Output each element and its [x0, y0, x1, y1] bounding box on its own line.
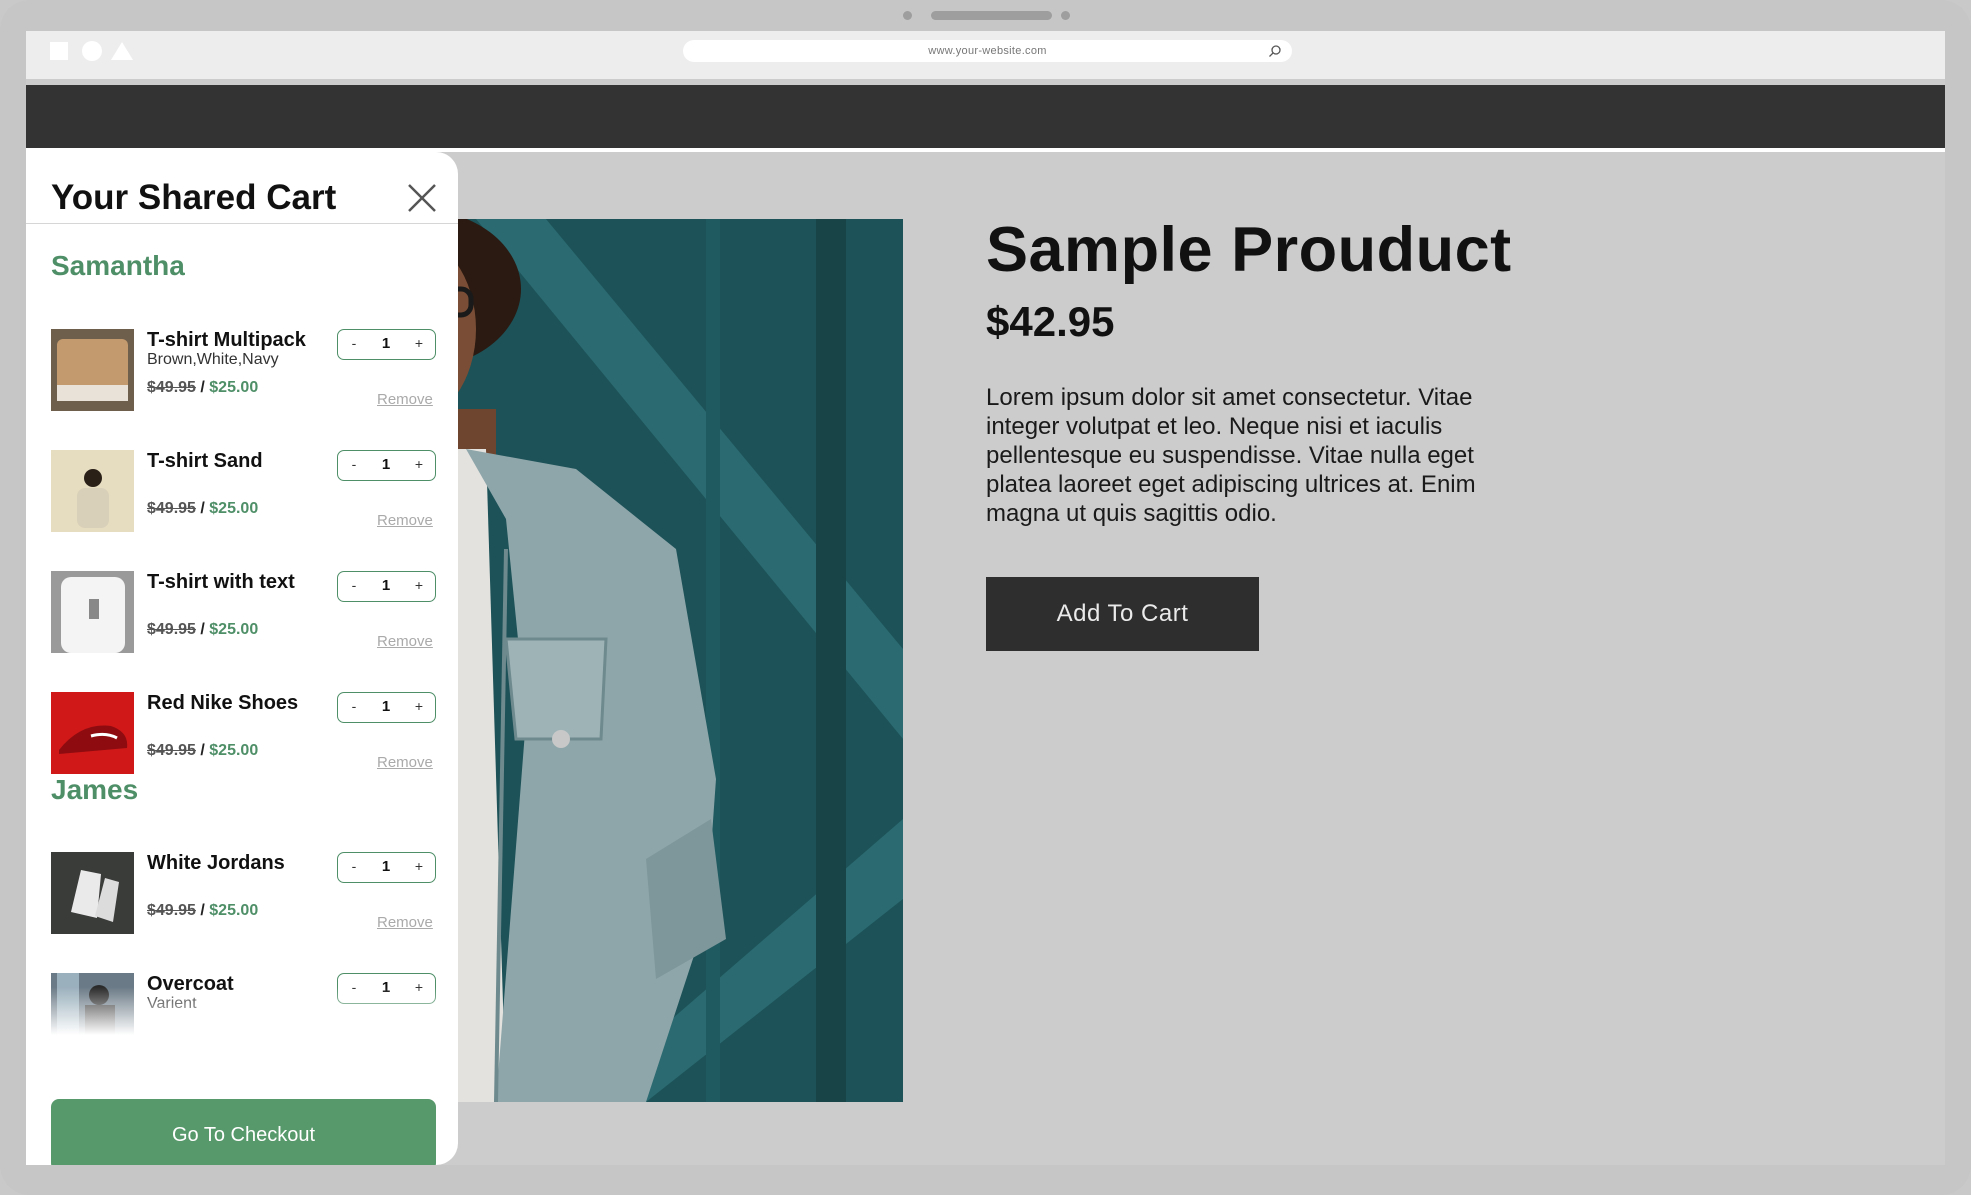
quantity-value[interactable]: 1 [368, 456, 404, 473]
decrement-button[interactable]: - [344, 577, 364, 593]
decrement-button[interactable]: - [344, 335, 364, 351]
item-name: T-shirt Multipack [147, 329, 306, 351]
quantity-value[interactable]: 1 [368, 698, 404, 715]
add-to-cart-button[interactable]: Add To Cart [986, 577, 1259, 651]
site-navbar [26, 85, 1945, 148]
camera-dot [903, 11, 912, 20]
old-price: $49.95 [147, 621, 196, 638]
cart-title: Your Shared Cart [51, 178, 337, 217]
item-name: White Jordans [147, 852, 285, 874]
item-price: $49.95 / $25.00 [147, 500, 258, 518]
address-bar[interactable]: www.your-website.com [683, 40, 1292, 62]
quantity-stepper: - 1 + [337, 329, 436, 360]
cart-item: Red Nike Shoes $49.95 / $25.00 - 1 + Rem… [51, 692, 436, 776]
checkout-button[interactable]: Go To Checkout [51, 1099, 436, 1165]
triangle-icon[interactable] [111, 42, 133, 60]
price-separator: / [195, 902, 210, 919]
remove-link[interactable]: Remove [377, 914, 433, 931]
increment-button[interactable]: + [409, 456, 429, 472]
scroll-fade [26, 987, 458, 1067]
remove-link[interactable]: Remove [377, 512, 433, 529]
cart-header: Your Shared Cart [26, 152, 458, 224]
product-price: $42.95 [986, 298, 1115, 346]
sale-price: $25.00 [209, 379, 259, 396]
sale-price: $25.00 [209, 621, 259, 638]
square-icon[interactable] [50, 42, 68, 60]
url-text: www.your-website.com [928, 45, 1047, 57]
close-icon[interactable] [406, 182, 438, 214]
remove-link[interactable]: Remove [377, 754, 433, 771]
item-thumbnail [51, 852, 134, 934]
cart-item: T-shirt Multipack Brown,White,Navy $49.9… [51, 329, 436, 413]
item-price: $49.95 / $25.00 [147, 379, 258, 397]
increment-button[interactable]: + [409, 335, 429, 351]
remove-link[interactable]: Remove [377, 633, 433, 650]
price-separator: / [195, 621, 210, 638]
price-separator: / [195, 500, 210, 517]
browser-chrome: www.your-website.com [26, 31, 1945, 79]
item-price: $49.95 / $25.00 [147, 742, 258, 760]
old-price: $49.95 [147, 902, 196, 919]
quantity-stepper: - 1 + [337, 450, 436, 481]
browser-screen: www.your-website.com Sample Prouduct $42… [26, 31, 1945, 1165]
device-frame: www.your-website.com Sample Prouduct $42… [0, 0, 1971, 1195]
circle-icon[interactable] [82, 41, 102, 61]
decrement-button[interactable]: - [344, 698, 364, 714]
quantity-stepper: - 1 + [337, 571, 436, 602]
sale-price: $25.00 [209, 902, 259, 919]
quantity-value[interactable]: 1 [368, 858, 404, 875]
camera-dot [1061, 11, 1070, 20]
increment-button[interactable]: + [409, 858, 429, 874]
search-icon[interactable] [1268, 44, 1282, 58]
increment-button[interactable]: + [409, 577, 429, 593]
old-price: $49.95 [147, 379, 196, 396]
item-name: Red Nike Shoes [147, 692, 299, 714]
item-thumbnail [51, 329, 134, 411]
sale-price: $25.00 [209, 500, 259, 517]
quantity-value[interactable]: 1 [368, 577, 404, 594]
item-price: $49.95 / $25.00 [147, 902, 258, 920]
item-name: T-shirt with text [147, 571, 295, 593]
increment-button[interactable]: + [409, 698, 429, 714]
item-price: $49.95 / $25.00 [147, 621, 258, 639]
old-price: $49.95 [147, 742, 196, 759]
decrement-button[interactable]: - [344, 456, 364, 472]
quantity-stepper: - 1 + [337, 852, 436, 883]
quantity-value[interactable]: 1 [368, 335, 404, 352]
item-variant: Brown,White,Navy [147, 351, 279, 368]
cart-item: White Jordans $49.95 / $25.00 - 1 + Remo… [51, 852, 436, 936]
remove-link[interactable]: Remove [377, 391, 433, 408]
item-thumbnail [51, 692, 134, 774]
item-name: T-shirt Sand [147, 450, 263, 472]
cart-item: T-shirt with text $49.95 / $25.00 - 1 + … [51, 571, 436, 655]
sale-price: $25.00 [209, 742, 259, 759]
product-info: Sample Prouduct $42.95 Lorem ipsum dolor… [986, 215, 1546, 528]
old-price: $49.95 [147, 500, 196, 517]
quantity-stepper: - 1 + [337, 692, 436, 723]
item-thumbnail [51, 571, 134, 653]
item-thumbnail [51, 450, 134, 532]
product-title: Sample Prouduct [986, 215, 1512, 285]
price-separator: / [195, 742, 210, 759]
cart-person-name: Samantha [51, 250, 185, 281]
price-separator: / [195, 379, 210, 396]
product-description: Lorem ipsum dolor sit amet consectetur. … [986, 384, 1476, 528]
speaker-bar [931, 11, 1052, 20]
decrement-button[interactable]: - [344, 858, 364, 874]
cart-item: T-shirt Sand $49.95 / $25.00 - 1 + Remov… [51, 450, 436, 534]
cart-person-name: James [51, 774, 139, 805]
shared-cart-panel: Your Shared Cart Samantha T-shirt Multip… [26, 152, 458, 1165]
